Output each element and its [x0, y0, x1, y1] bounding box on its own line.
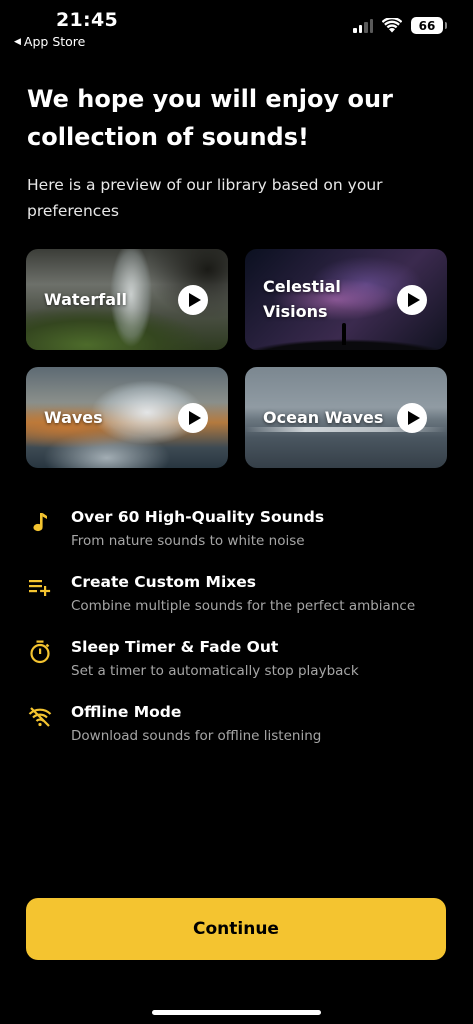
back-app-label: App Store [23, 34, 86, 49]
feature-title: Create Custom Mixes [71, 573, 257, 591]
wifi-icon [382, 18, 402, 33]
play-button[interactable] [397, 403, 427, 433]
sound-card-waterfall[interactable]: Waterfall [26, 249, 228, 350]
feature-item: Over 60 High-Quality Sounds From nature … [27, 507, 447, 557]
feature-item: Create Custom Mixes Combine multiple sou… [27, 572, 447, 622]
play-button[interactable] [178, 285, 208, 315]
sound-card-label: Ocean Waves [263, 408, 384, 427]
feature-description: Combine multiple sounds for the perfect … [71, 598, 416, 614]
play-icon [407, 411, 420, 425]
wifi-off-icon [27, 704, 53, 730]
page-title: We hope you will enjoy our collection of… [27, 85, 393, 151]
continue-button[interactable]: Continue [26, 898, 446, 960]
sound-card-label: Waterfall [44, 290, 127, 309]
battery-indicator: 66 [411, 17, 447, 34]
silhouette-figure [342, 323, 346, 345]
play-icon [188, 293, 201, 307]
status-time: 21:45 [56, 9, 118, 31]
sound-card-ocean-waves[interactable]: Ocean Waves [245, 367, 447, 468]
page-subtitle: Here is a preview of our library based o… [27, 176, 383, 220]
playlist-add-icon [27, 574, 53, 600]
play-icon [407, 293, 420, 307]
feature-description: Download sounds for offline listening [71, 728, 322, 744]
sound-card-waves[interactable]: Waves [26, 367, 228, 468]
back-caret-icon: ◀ [14, 36, 21, 47]
play-button[interactable] [397, 285, 427, 315]
feature-title: Over 60 High-Quality Sounds [71, 508, 325, 526]
cellular-signal-icon [353, 18, 373, 33]
feature-description: From nature sounds to white noise [71, 533, 305, 549]
music-note-icon [27, 509, 53, 535]
timer-icon [27, 639, 53, 665]
status-bar: 21:45 ◀ App Store 66 [0, 0, 473, 56]
sound-card-label: Celestial Visions [263, 277, 341, 321]
feature-item: Sleep Timer & Fade Out Set a timer to au… [27, 637, 447, 687]
feature-item: Offline Mode Download sounds for offline… [27, 702, 447, 752]
sound-card-label: Waves [44, 408, 103, 427]
feature-title: Sleep Timer & Fade Out [71, 638, 279, 656]
play-button[interactable] [178, 403, 208, 433]
back-to-app-store-link[interactable]: ◀ App Store [14, 34, 85, 49]
status-icons: 66 [353, 17, 447, 34]
sound-card-celestial-visions[interactable]: Celestial Visions [245, 249, 447, 350]
home-indicator[interactable] [152, 1010, 321, 1015]
play-icon [188, 411, 201, 425]
feature-title: Offline Mode [71, 703, 182, 721]
feature-description: Set a timer to automatically stop playba… [71, 663, 359, 679]
